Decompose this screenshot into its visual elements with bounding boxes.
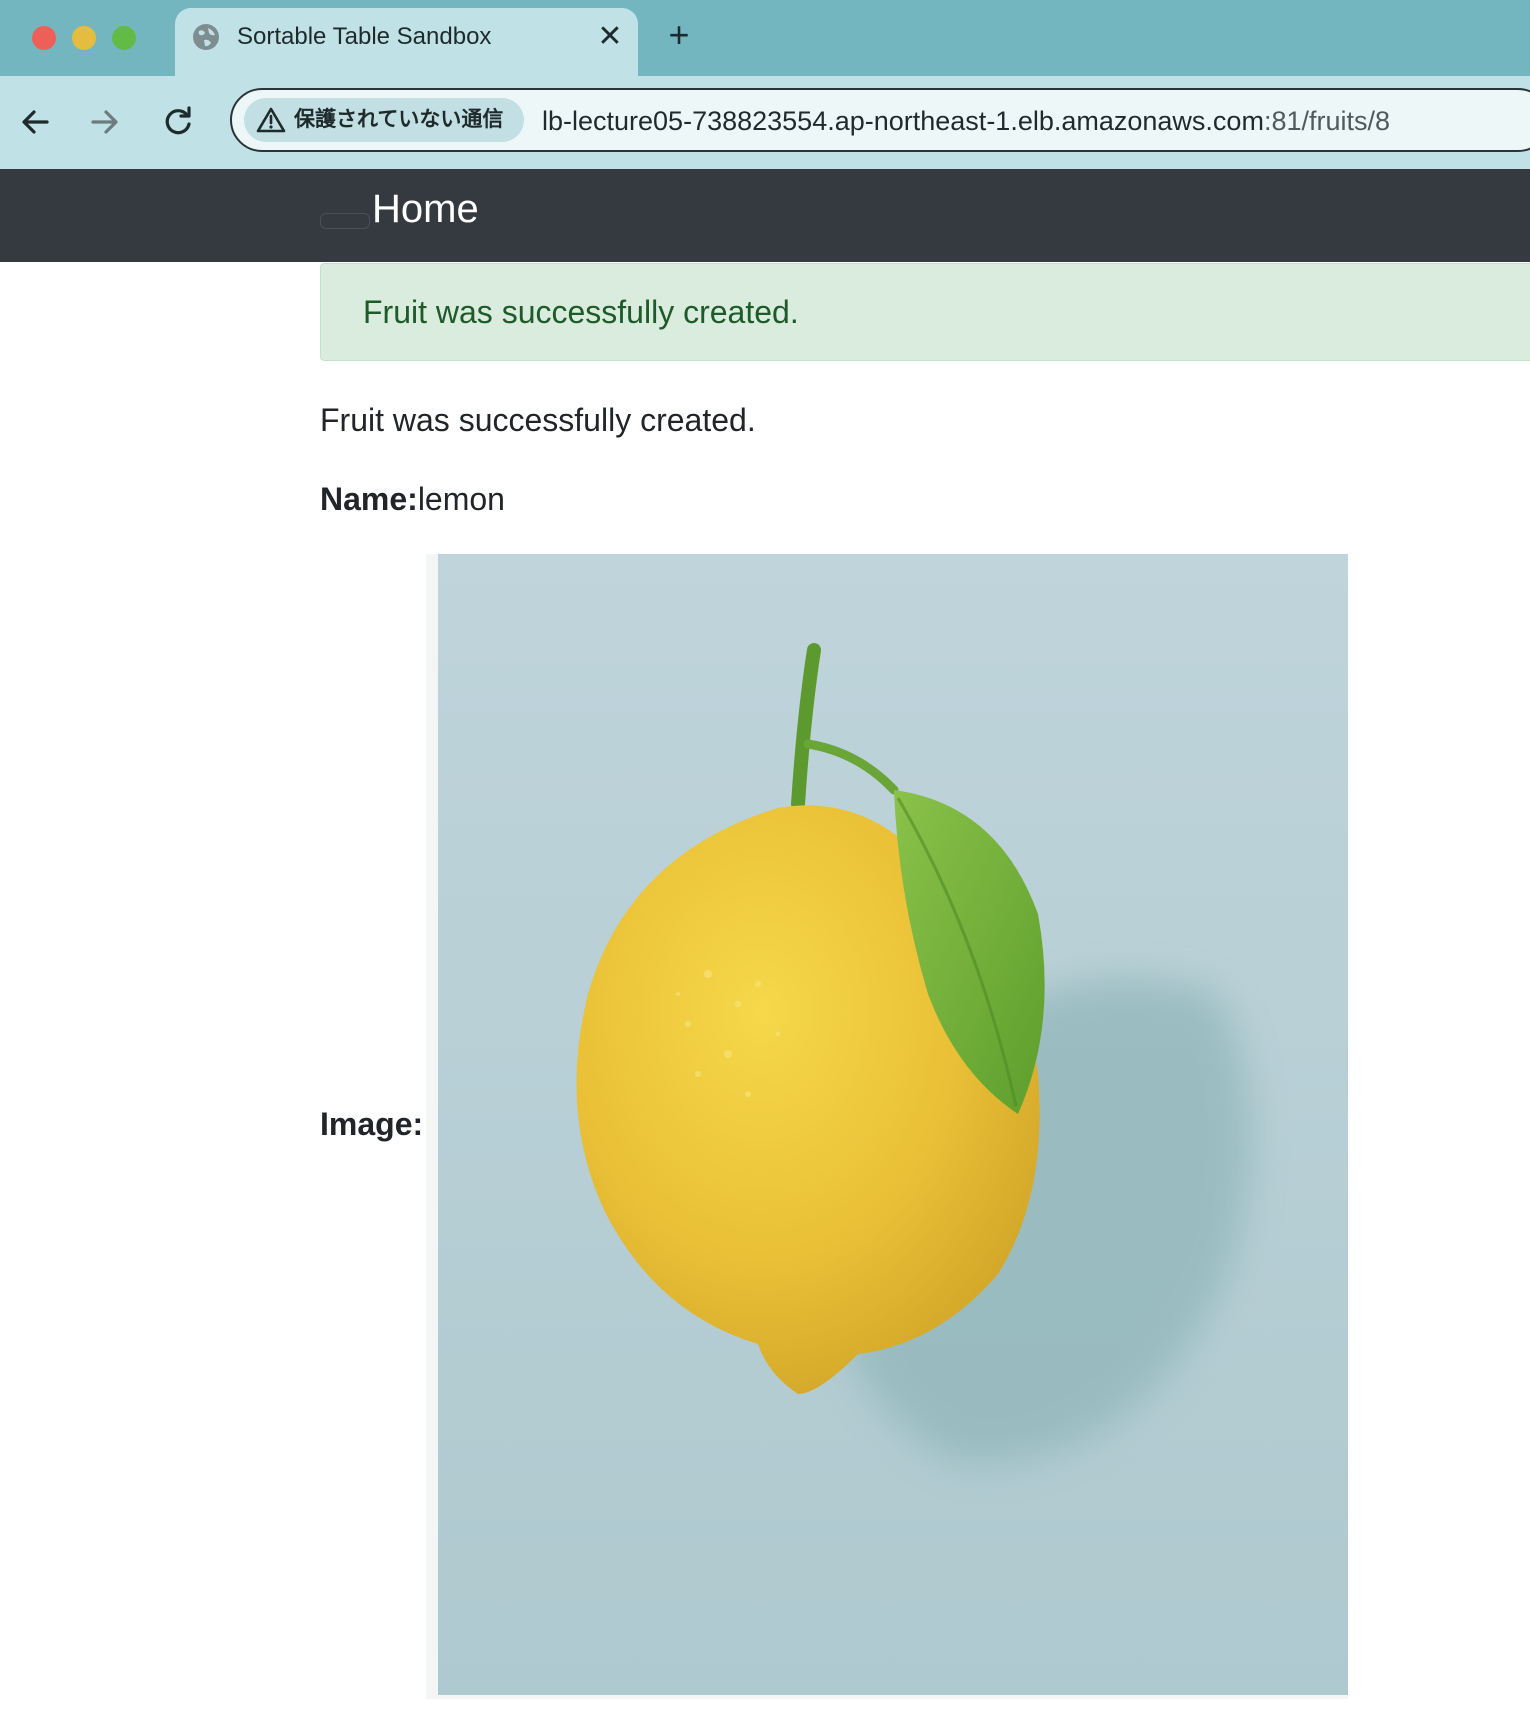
browser-tab[interactable]: Sortable Table Sandbox ✕ bbox=[175, 8, 638, 76]
new-tab-button[interactable]: + bbox=[660, 16, 698, 54]
home-link[interactable]: Home bbox=[372, 185, 479, 233]
url-host: lb-lecture05-738823554.ap-northeast-1.el… bbox=[542, 106, 1264, 136]
name-field: Name:lemon bbox=[320, 479, 505, 519]
tab-title: Sortable Table Sandbox bbox=[237, 23, 492, 50]
security-label: 保護されていない通信 bbox=[294, 108, 504, 131]
url-path: :81/fruits/8 bbox=[1263, 106, 1390, 136]
warning-icon bbox=[256, 107, 286, 133]
navbar: Home bbox=[0, 169, 1530, 262]
alert-message: Fruit was successfully created. bbox=[363, 294, 799, 330]
close-window-button[interactable] bbox=[32, 26, 56, 50]
maximize-window-button[interactable] bbox=[112, 26, 136, 50]
globe-icon bbox=[191, 22, 221, 52]
navbar-toggler[interactable] bbox=[320, 213, 370, 229]
name-value: lemon bbox=[417, 481, 505, 517]
reload-icon bbox=[165, 106, 191, 135]
fruit-image bbox=[426, 554, 1348, 1699]
arrow-left-icon bbox=[22, 110, 49, 134]
arrow-right-icon bbox=[91, 110, 118, 134]
forward-button[interactable] bbox=[83, 100, 127, 144]
address-bar[interactable]: 保護されていない通信 lb-lecture05-738823554.ap-nor… bbox=[230, 88, 1530, 152]
minimize-window-button[interactable] bbox=[72, 26, 96, 50]
name-label: Name: bbox=[320, 481, 418, 517]
url-text[interactable]: lb-lecture05-738823554.ap-northeast-1.el… bbox=[542, 102, 1390, 140]
tab-close-button[interactable]: ✕ bbox=[593, 20, 627, 54]
reload-button[interactable] bbox=[156, 100, 200, 144]
browser-toolbar: 保護されていない通信 lb-lecture05-738823554.ap-nor… bbox=[0, 76, 1530, 169]
notice-text: Fruit was successfully created. bbox=[320, 402, 756, 438]
lemon-image bbox=[438, 554, 1348, 1695]
image-label: Image: bbox=[320, 1106, 424, 1142]
security-indicator[interactable]: 保護されていない通信 bbox=[244, 98, 524, 142]
success-alert: Fruit was successfully created. bbox=[320, 263, 1530, 361]
tab-strip: Sortable Table Sandbox ✕ + bbox=[0, 0, 1530, 76]
back-button[interactable] bbox=[13, 100, 57, 144]
